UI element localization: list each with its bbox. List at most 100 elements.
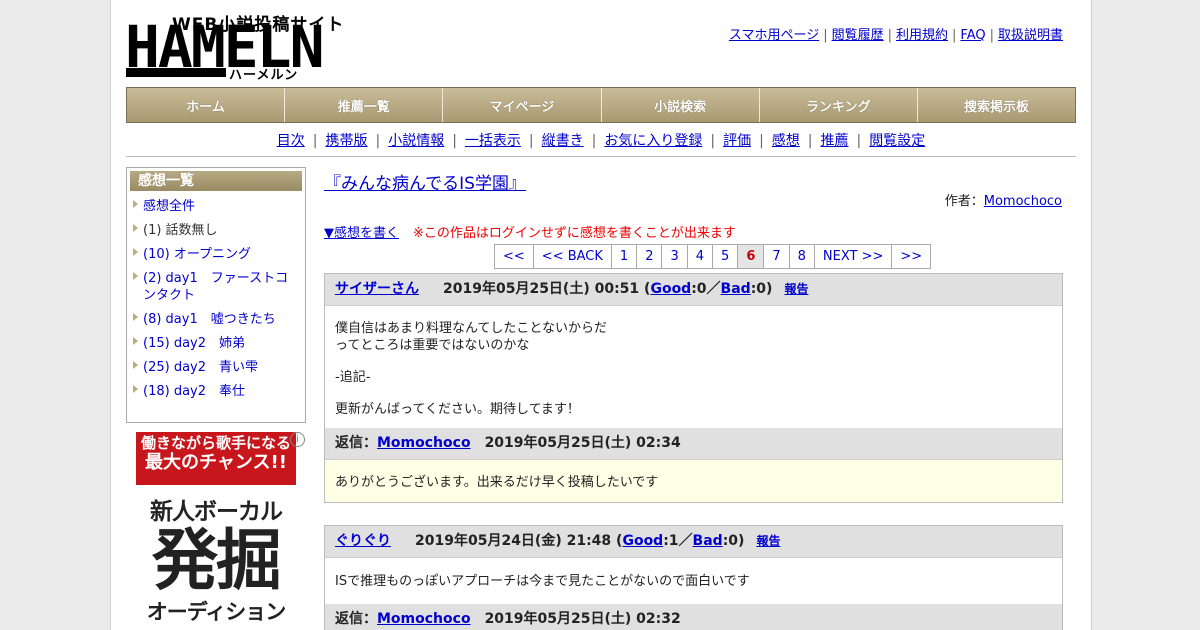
subnav-all[interactable]: 一括表示 <box>465 133 521 149</box>
subnav-toc[interactable]: 目次 <box>277 133 305 149</box>
nav-recommend[interactable]: 推薦一覧 <box>285 88 444 122</box>
reply-user-link[interactable]: Momochoco <box>377 435 471 451</box>
top-link-faq[interactable]: FAQ <box>960 28 985 43</box>
ad-line4: 発掘 <box>152 522 282 599</box>
comment-paragraph: 更新がんばってください。期待してます！ <box>335 402 580 417</box>
triangle-right-icon <box>133 200 138 208</box>
pager-item[interactable]: 4 <box>688 245 714 268</box>
write-comment-line: ▼感想を書く ※この作品はログインせずに感想を書くことが出来ます <box>324 222 736 241</box>
pager-item[interactable]: 2 <box>637 245 663 268</box>
pager-item[interactable]: << BACK <box>534 245 612 268</box>
reply-user-link[interactable]: Momochoco <box>377 611 471 627</box>
good-link[interactable]: Good <box>622 533 663 549</box>
sidebar-item[interactable]: (2) day1 ファーストコンタクト <box>127 267 305 307</box>
separator: | <box>989 28 994 43</box>
sidebar-list: 感想全件 (1) 話数無し (10) オープニング (2) day1 ファーストコンタ… <box>127 195 305 403</box>
ad-line2: 最大のチャンス!! <box>145 452 287 473</box>
pager-item[interactable]: << <box>495 245 534 268</box>
comment-body: ISで推理ものっぽいアプローチは今まで見たことがないので面白いです <box>325 558 1062 604</box>
good-count: :0 <box>691 281 707 297</box>
top-link-history[interactable]: 閲覧履歴 <box>832 28 884 43</box>
page-container: WEB小説投稿サイト HAMELN ハーメルン スマホ用ページ | 閲覧履歴 | 利用規… <box>110 0 1092 630</box>
report-link[interactable]: 報告 <box>784 282 808 296</box>
nav-search[interactable]: 小説検索 <box>601 88 760 122</box>
report-link[interactable]: 報告 <box>756 534 780 548</box>
bad-link[interactable]: Bad <box>693 533 723 549</box>
subnav-vertical[interactable]: 縦書き <box>542 133 584 149</box>
reply-header: 返信：Momochoco 2019年05月25日(土) 02:32 <box>325 604 1062 630</box>
bad-count: :0 <box>750 281 767 297</box>
separator: | <box>591 133 597 149</box>
novel-title-link[interactable]: 『みんな病んでるIS学園』 <box>324 174 526 194</box>
sidebar-item-label: 感想全件 <box>143 199 196 214</box>
comment-card: サイザーさん 2019年05月25日(土) 00:51 (Good:0／Bad:0… <box>324 273 1063 503</box>
reply-label: 返信： <box>335 611 377 627</box>
pager-item: 6 <box>738 245 765 268</box>
global-nav: ホーム 推薦一覧 マイページ 小説検索 ランキング 捜索掲示板 <box>126 87 1076 123</box>
separator: | <box>887 28 892 43</box>
pager-item[interactable]: 7 <box>764 245 790 268</box>
good-link[interactable]: Good <box>650 281 691 297</box>
reply-date: 2019年05月25日(土) 02:32 <box>484 611 681 627</box>
ad-red-banner: 働きながら歌手になる 最大のチャンス!! <box>136 432 296 485</box>
comment-user-link[interactable]: ぐりぐり <box>335 533 391 549</box>
separator: | <box>952 28 957 43</box>
subnav-comments[interactable]: 感想 <box>772 133 800 149</box>
pager-item[interactable]: 5 <box>713 245 739 268</box>
sidebar-item[interactable]: (10) オープニング <box>127 243 305 266</box>
sidebar-item[interactable]: (15) day2 姉弟 <box>127 332 305 355</box>
separator: | <box>375 133 381 149</box>
sidebar-item[interactable]: 感想全件 <box>127 195 305 218</box>
reply-header: 返信：Momochoco 2019年05月25日(土) 02:34 <box>325 428 1062 459</box>
pager-item[interactable]: >> <box>892 245 930 268</box>
nav-mypage[interactable]: マイページ <box>443 88 602 122</box>
site-logo[interactable]: WEB小説投稿サイト HAMELN ハーメルン <box>125 8 348 83</box>
sidebar-item-label: (2) day1 ファーストコンタクト <box>143 271 289 303</box>
login-warning: ※この作品はログインせずに感想を書くことが出来ます <box>413 226 736 241</box>
comment-date: 2019年05月25日(土) 00:51 <box>443 281 640 297</box>
top-link-manual[interactable]: 取扱説明書 <box>998 28 1063 43</box>
sidebar-item[interactable]: (25) day2 青い雫 <box>127 356 305 379</box>
pagination: << << BACK 1 2 3 4 5 6 7 8 NEXT >> >> <box>494 244 932 269</box>
separator: | <box>856 133 862 149</box>
sidebar-item[interactable]: (8) day1 嘘つきたち <box>127 308 305 331</box>
separator: | <box>823 28 828 43</box>
nav-ranking[interactable]: ランキング <box>759 88 918 122</box>
sidebar-item[interactable]: (18) day2 奉仕 <box>127 380 305 403</box>
ad-line1: 働きながら歌手になる <box>140 434 291 452</box>
subnav-rating[interactable]: 評価 <box>723 133 751 149</box>
nav-home[interactable]: ホーム <box>127 88 286 122</box>
ad-line3: 新人ボーカル <box>150 499 283 525</box>
subnav-recommend[interactable]: 推薦 <box>821 133 849 149</box>
subnav-settings[interactable]: 閲覧設定 <box>869 133 925 149</box>
comment-body: 僕自信はあまり料理なんてしたことないからだ ってところは重要ではないのかな -追… <box>325 306 1062 428</box>
ad-info-icon[interactable]: i <box>290 432 305 447</box>
pager-item[interactable]: 1 <box>612 245 638 268</box>
bad-link[interactable]: Bad <box>721 281 751 297</box>
subnav-favorite[interactable]: お気に入り登録 <box>604 133 702 149</box>
author-link[interactable]: Momochoco <box>984 194 1062 209</box>
advertisement[interactable]: i 働きながら歌手になる 最大のチャンス!! 新人ボーカル 発掘 オーディション <box>136 432 305 630</box>
comment-header: ぐりぐり 2019年05月24日(金) 21:48 (Good:1／Bad:0) 報… <box>325 526 1062 558</box>
logo-underline <box>126 68 226 77</box>
comment-card: ぐりぐり 2019年05月24日(金) 21:48 (Good:1／Bad:0) 報… <box>324 525 1063 630</box>
subnav-mobile[interactable]: 携帯版 <box>325 133 367 149</box>
subnav-info[interactable]: 小説情報 <box>388 133 444 149</box>
comment-header: サイザーさん 2019年05月25日(土) 00:51 (Good:0／Bad:0… <box>325 274 1062 306</box>
comment-paragraph: ISで推理ものっぽいアプローチは今まで見たことがないので面白いです <box>335 574 750 589</box>
nav-board[interactable]: 捜索掲示板 <box>917 88 1076 122</box>
comment-paragraph: -追記- <box>335 370 371 385</box>
pager-item[interactable]: 3 <box>662 245 688 268</box>
divider <box>126 156 1076 157</box>
sidebar-item: (1) 話数無し <box>127 219 305 242</box>
write-comment-link[interactable]: ▼感想を書く <box>324 226 399 241</box>
top-link-terms[interactable]: 利用規約 <box>896 28 948 43</box>
comment-user-link[interactable]: サイザーさん <box>335 281 419 297</box>
triangle-right-icon <box>133 248 138 256</box>
triangle-right-icon <box>133 313 138 321</box>
pager-item[interactable]: NEXT >> <box>815 245 893 268</box>
top-link-smartphone[interactable]: スマホ用ページ <box>729 28 819 43</box>
sidebar-heading: 感想一覧 <box>130 171 302 191</box>
pager-item[interactable]: 8 <box>790 245 815 268</box>
sidebar-item-label: (18) day2 奉仕 <box>143 384 246 399</box>
